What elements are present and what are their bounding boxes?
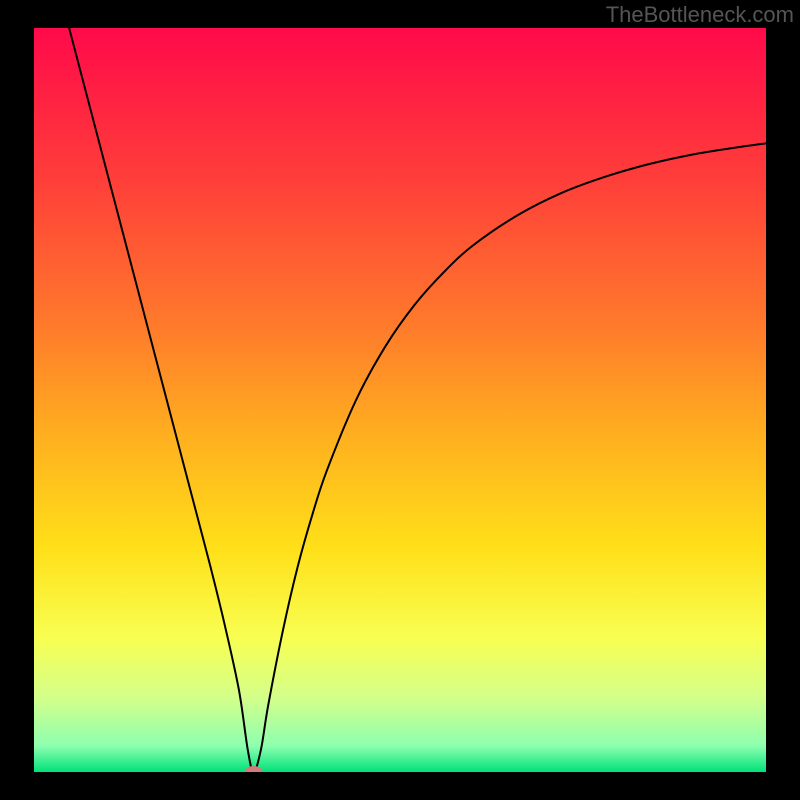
watermark-text: TheBottleneck.com: [606, 2, 794, 28]
chart-canvas: [0, 0, 800, 800]
bottleneck-chart: TheBottleneck.com: [0, 0, 800, 800]
chart-plot-background: [34, 28, 766, 772]
